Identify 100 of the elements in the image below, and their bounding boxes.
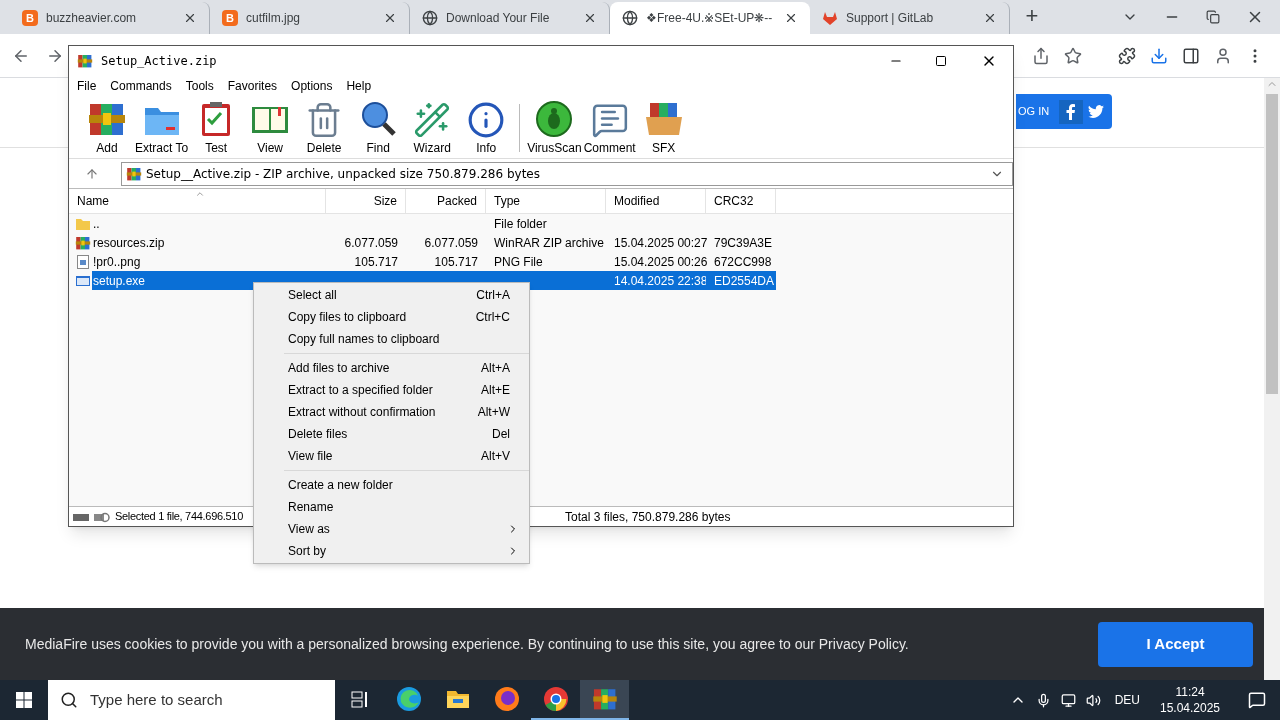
close-icon[interactable] <box>183 11 197 25</box>
profile-icon[interactable] <box>1214 46 1232 65</box>
task-view-icon <box>349 689 370 709</box>
info-icon <box>467 100 506 139</box>
sort-caret-icon <box>195 189 205 199</box>
chrome-icon <box>542 686 569 712</box>
menu-item[interactable]: Sort by <box>284 540 529 562</box>
extensions-icon[interactable] <box>1118 46 1136 65</box>
toolbar-button[interactable]: SFX <box>636 98 691 157</box>
file-row[interactable]: resources.zip 6.077.059 6.077.059 WinRAR ZIP archive 15.04.2025 00:27 79C39A3E <box>69 233 1013 252</box>
column-header[interactable]: Type <box>486 189 606 213</box>
menu-item[interactable]: Create a new folder <box>284 474 529 496</box>
table-cell-text: 672CC998 <box>714 253 772 271</box>
restore-icon[interactable] <box>1206 10 1220 24</box>
status-selection: Selected 1 file, 744.696.510 <box>115 509 243 525</box>
menu-item[interactable]: File <box>77 77 97 95</box>
column-header[interactable]: Modified <box>606 189 706 213</box>
tab-title: ❖Free-4U.※SEt-UP❋-- <box>646 10 774 27</box>
favicon: B <box>22 10 38 26</box>
file-row[interactable]: !pr0..png 105.717 105.717 PNG File 15.04.2025 00:26 672CC998 <box>69 252 1013 271</box>
column-header[interactable]: Packed <box>406 189 486 213</box>
toolbar-button[interactable]: Comment <box>582 98 637 157</box>
file-name: resources.zip <box>92 234 166 252</box>
menu-item[interactable]: Help <box>346 77 372 95</box>
globe-icon <box>422 10 438 26</box>
table-cell-text: 15.04.2025 00:26 <box>614 253 708 271</box>
toolbar-button[interactable]: Info <box>459 98 514 157</box>
menu-item[interactable]: Rename <box>284 496 529 518</box>
toolbar-button[interactable]: Add <box>80 98 134 157</box>
language-indicator[interactable]: DEU <box>1114 691 1140 709</box>
maximize-icon[interactable] <box>935 54 947 67</box>
download-icon[interactable] <box>1150 46 1168 65</box>
menu-item[interactable]: View file Alt+V <box>284 445 529 467</box>
browser-tab[interactable]: ❖Free-4U.※SEt-UP❋-- <box>610 2 810 34</box>
close-icon[interactable] <box>784 11 798 25</box>
fox-icon <box>822 10 838 26</box>
table-cell-text: File folder <box>494 215 547 233</box>
microphone-icon[interactable] <box>1035 692 1051 708</box>
side-panel-icon[interactable] <box>1182 46 1200 65</box>
toolbar-button[interactable]: Wizard <box>405 98 460 157</box>
network-icon[interactable] <box>1060 692 1076 708</box>
menu-item[interactable]: Extract without confirmation Alt+W <box>284 401 529 423</box>
toolbar-button[interactable]: Find <box>351 98 406 157</box>
firefox-icon <box>493 686 520 712</box>
globe-icon <box>622 10 638 26</box>
facebook-icon[interactable] <box>1059 99 1083 124</box>
taskbar-search-field[interactable]: Type here to search <box>48 680 335 720</box>
table-cell-text: PNG File <box>494 253 543 271</box>
menu-item[interactable]: Options <box>291 77 333 95</box>
menu-item[interactable]: Extract to a specified folder Alt+E <box>284 379 529 401</box>
app-icon <box>77 52 93 69</box>
menu-item[interactable]: Commands <box>110 77 172 95</box>
toolbar-button[interactable]: Delete <box>297 98 352 157</box>
accept-button[interactable]: I Accept <box>1098 621 1253 667</box>
status-total: Total 3 files, 750.879.286 bytes <box>565 508 731 526</box>
notifications-icon[interactable] <box>1248 691 1266 709</box>
tab-title: Download Your File <box>446 10 551 27</box>
menu-item[interactable]: Tools <box>185 77 214 95</box>
toolbar-button[interactable]: Test <box>189 98 244 157</box>
table-cell-text: 6.077.059 <box>424 234 478 252</box>
toolbar-button[interactable]: View <box>243 98 298 157</box>
scrollbar[interactable] <box>1264 78 1280 680</box>
close-icon[interactable] <box>383 11 397 25</box>
taskbar-app[interactable] <box>580 680 629 720</box>
menu-item[interactable]: Copy full names to clipboard <box>254 328 529 350</box>
volume-icon[interactable] <box>1085 692 1101 708</box>
path-field[interactable]: Setup__Active.zip - ZIP archive, unpacked size 750.879.286 bytes <box>121 161 1013 186</box>
login-link[interactable]: OG IN <box>1018 103 1050 120</box>
menu-item[interactable]: Copy files to clipboard Ctrl+C <box>254 306 529 328</box>
file-name: !pr0..png <box>92 253 142 271</box>
tab-title: cutfilm.jpg <box>246 10 302 27</box>
tab-title: buzzheavier.com <box>46 10 138 27</box>
window-title: Setup_Active.zip <box>101 52 217 70</box>
bug-icon <box>534 98 575 139</box>
menu-item[interactable]: Delete files Del <box>284 423 529 445</box>
table-cell-text: 14.04.2025 22:38 <box>614 272 708 290</box>
menu-item[interactable]: Add files to archive Alt+A <box>284 357 529 379</box>
share-icon[interactable] <box>1032 46 1050 65</box>
column-header[interactable]: Name <box>69 189 326 213</box>
close-icon[interactable] <box>583 11 597 25</box>
column-header[interactable]: CRC32 <box>706 189 776 213</box>
close-icon[interactable] <box>983 11 997 25</box>
toolbar-button[interactable]: Extract To <box>134 98 190 157</box>
table-cell-text: 79C39A3E <box>714 234 773 252</box>
bookmark-star-icon[interactable] <box>1064 46 1082 65</box>
cookie-text: MediaFire uses cookies to provide you with a personalized browsing experience. By continuing to use this site, you agree to our Privacy Policy. <box>25 634 910 654</box>
file-row[interactable]: .. File folder <box>69 214 1013 233</box>
toolbar-button[interactable]: VirusScan <box>526 98 583 157</box>
clock-date: 15.04.2025 <box>1159 700 1221 716</box>
edge-icon <box>395 686 422 712</box>
column-header[interactable]: Size <box>326 189 406 213</box>
clock[interactable]: 11:24 15.04.2025 <box>1150 684 1230 716</box>
tab-title: Support | GitLab <box>846 10 935 27</box>
table-cell-text: 105.717 <box>354 253 398 271</box>
menu-item[interactable]: Favorites <box>227 77 278 95</box>
menu-item[interactable]: View as <box>284 518 529 540</box>
new-tab-button[interactable]: + <box>1018 2 1046 30</box>
up-arrow-icon[interactable] <box>85 166 99 181</box>
archive-icon <box>126 165 142 182</box>
favicon: B <box>222 10 238 26</box>
